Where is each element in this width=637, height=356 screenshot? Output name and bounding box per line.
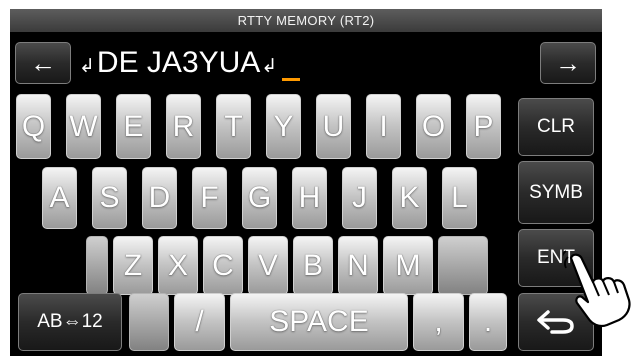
key-n[interactable]: N (338, 236, 378, 295)
clear-button-label: CLR (536, 116, 575, 137)
key-label: W (69, 109, 98, 143)
key-c[interactable]: C (203, 236, 243, 295)
key-label: G (247, 181, 272, 214)
left-arrow-icon: ← (30, 47, 56, 78)
key-l[interactable]: L (442, 167, 477, 229)
key-w[interactable]: W (66, 94, 101, 159)
key-v[interactable]: V (248, 236, 288, 295)
key-blank-row3-right[interactable] (438, 236, 488, 295)
key-h[interactable]: H (292, 167, 327, 229)
key-label: E (123, 109, 144, 143)
key-label: K (399, 181, 420, 214)
key-label: D (148, 181, 171, 214)
right-arrow-icon: → (555, 47, 581, 78)
key-y[interactable]: Y (266, 94, 301, 159)
key-label: Y (273, 109, 294, 143)
key-x[interactable]: X (158, 236, 198, 295)
symbol-button[interactable]: SYMB (518, 161, 594, 224)
key-m[interactable]: M (383, 236, 433, 295)
key-j[interactable]: J (342, 167, 377, 229)
key-blank-row3-left[interactable] (86, 236, 108, 295)
text-cursor (282, 77, 301, 81)
key-g[interactable]: G (242, 167, 277, 229)
mode-toggle-label: AB⇔12 (37, 311, 103, 332)
key-t[interactable]: T (216, 94, 251, 159)
key-label: B (302, 248, 323, 282)
pointing-hand-icon (563, 250, 631, 328)
key-slash[interactable]: / (174, 293, 225, 351)
key-label: I (379, 109, 388, 143)
key-d[interactable]: D (142, 167, 177, 229)
key-f[interactable]: F (192, 167, 227, 229)
alpha-numeric-toggle-button[interactable]: AB⇔12 (18, 293, 122, 351)
key-i[interactable]: I (366, 94, 401, 159)
key-label: U (322, 109, 345, 143)
key-label: N (347, 248, 369, 282)
key-label: F (200, 181, 219, 214)
title-bar: RTTY MEMORY (RT2) (10, 9, 602, 32)
key-label: S (99, 181, 120, 214)
memory-text-field[interactable]: ↲ DE JA3YUA ↲ (79, 42, 525, 84)
key-label: M (395, 248, 421, 282)
key-z[interactable]: Z (113, 236, 153, 295)
crlf-symbol-start: ↲ (79, 55, 95, 77)
key-label: V (257, 248, 278, 282)
cursor-left-button[interactable]: ← (15, 42, 71, 84)
crlf-symbol-end: ↲ (261, 55, 278, 77)
key-s[interactable]: S (92, 167, 127, 229)
key-p[interactable]: P (466, 94, 501, 159)
key-e[interactable]: E (116, 94, 151, 159)
key-label: / (195, 305, 204, 338)
key-comma[interactable]: , (413, 293, 464, 351)
key-k[interactable]: K (392, 167, 427, 229)
key-label: , (434, 305, 443, 338)
space-key[interactable]: SPACE (230, 293, 408, 351)
memory-text: DE JA3YUA (96, 46, 261, 79)
key-label: L (451, 181, 468, 214)
cursor-right-button[interactable]: → (540, 42, 596, 84)
key-label: Z (123, 248, 143, 282)
key-label: J (352, 181, 367, 214)
key-label: X (167, 248, 188, 282)
rtty-memory-screen: RTTY MEMORY (RT2) ← ↲ DE JA3YUA ↲ → Q W … (10, 9, 602, 356)
key-label: H (298, 181, 321, 214)
key-label: A (49, 181, 70, 214)
key-r[interactable]: R (166, 94, 201, 159)
key-label: . (483, 305, 493, 338)
key-period[interactable]: . (469, 293, 507, 351)
key-o[interactable]: O (416, 94, 451, 159)
key-a[interactable]: A (42, 167, 77, 229)
key-label: SPACE (269, 305, 369, 338)
key-b[interactable]: B (293, 236, 333, 295)
key-label: O (421, 109, 446, 143)
key-q[interactable]: Q (16, 94, 51, 159)
key-label: Q (21, 109, 46, 143)
key-label: T (224, 109, 243, 143)
key-label: P (473, 109, 494, 143)
page-title: RTTY MEMORY (RT2) (237, 13, 375, 28)
symbol-button-label: SYMB (529, 181, 583, 203)
key-label: R (172, 109, 195, 143)
key-u[interactable]: U (316, 94, 351, 159)
key-blank-row4[interactable] (129, 293, 169, 351)
clear-button[interactable]: CLR (518, 98, 594, 156)
key-label: C (212, 248, 234, 282)
